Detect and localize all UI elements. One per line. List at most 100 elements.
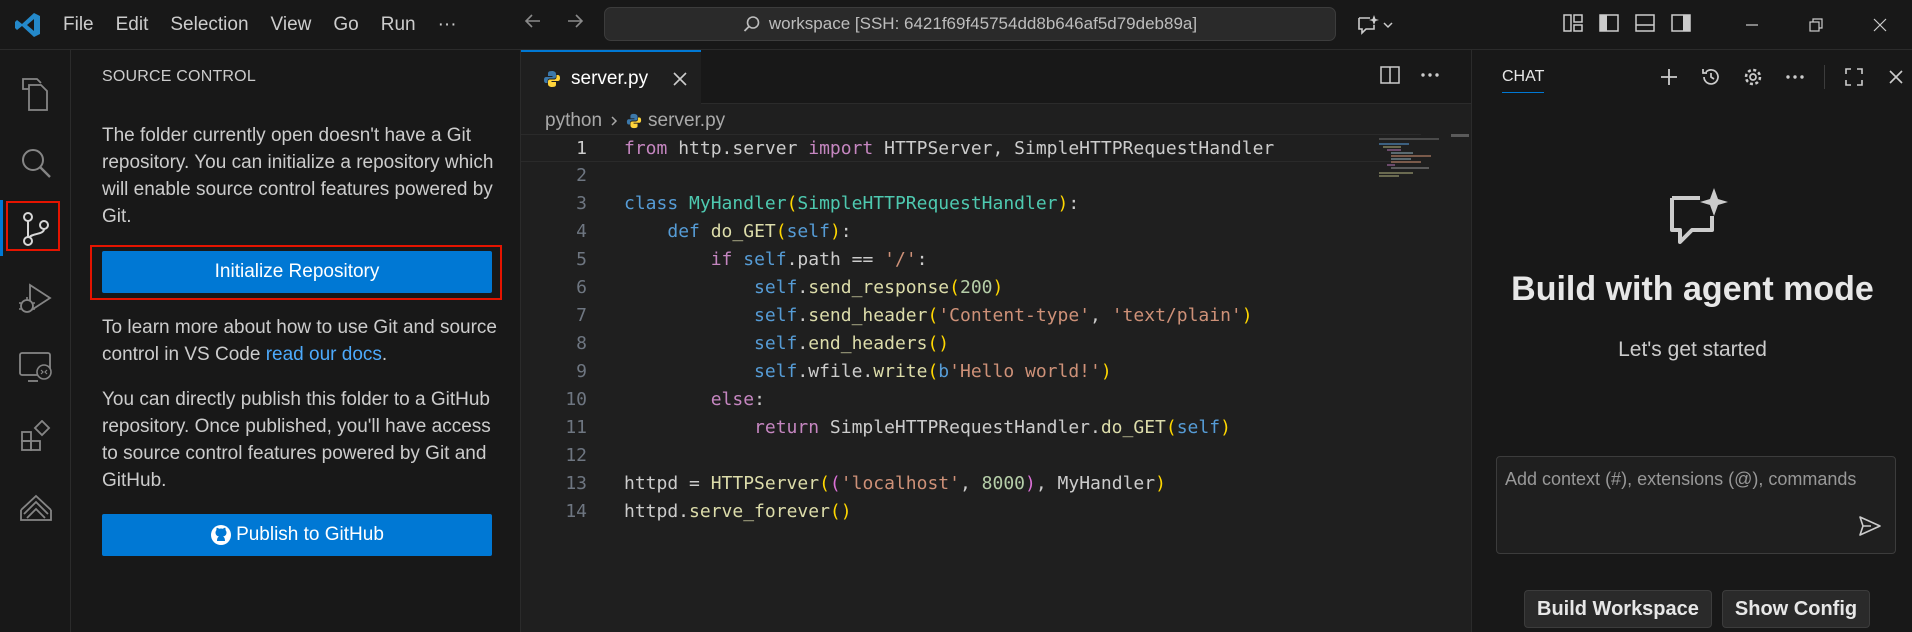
code-line: 10 else: <box>521 386 1421 414</box>
code-line: 14 httpd.serve_forever() <box>521 498 1421 526</box>
menu-run[interactable]: Run <box>370 8 427 42</box>
breadcrumb-folder[interactable]: python <box>545 110 602 132</box>
line-number: 12 <box>565 445 587 466</box>
explorer-icon[interactable] <box>0 62 71 128</box>
code-line: 9 self.wfile.write(b'Hello world!') <box>521 358 1421 386</box>
source-control-highlight <box>6 201 60 251</box>
minimize-icon[interactable] <box>1720 0 1784 50</box>
initialize-repository-button[interactable]: Initialize Repository <box>102 251 492 293</box>
code-line: 11 return SimpleHTTPRequestHandler.do_GE… <box>521 414 1421 442</box>
toggle-panel-icon[interactable] <box>1634 12 1656 34</box>
remote-explorer-icon[interactable] <box>0 334 71 400</box>
breadcrumb-file[interactable]: server.py <box>648 110 725 132</box>
send-icon[interactable] <box>1857 513 1883 539</box>
line-number: 8 <box>576 333 587 354</box>
editor-tabs: server.py <box>521 50 1471 105</box>
customize-layout-icon[interactable] <box>1562 12 1584 34</box>
code-line: 12 <box>521 442 1421 470</box>
divider <box>1824 65 1825 89</box>
extensions-icon[interactable] <box>0 404 71 470</box>
chat-actions <box>1656 64 1909 90</box>
tab-label: server.py <box>571 67 649 89</box>
layout-controls <box>1562 12 1692 34</box>
chat-input-placeholder: Add context (#), extensions (@), command… <box>1505 469 1857 489</box>
learn-more-text: To learn more about how to use Git and s… <box>102 314 500 368</box>
line-number: 6 <box>576 277 587 298</box>
history-icon[interactable] <box>1698 64 1724 90</box>
line-number: 9 <box>576 361 587 382</box>
chevron-right-icon <box>611 116 618 126</box>
build-workspace-button[interactable]: Build Workspace <box>1524 590 1712 628</box>
maximize-icon[interactable] <box>1841 64 1867 90</box>
restore-icon[interactable] <box>1784 0 1848 50</box>
code-line: 8 self.end_headers() <box>521 330 1421 358</box>
menu-view[interactable]: View <box>260 8 323 42</box>
tab-server-py[interactable]: server.py <box>521 50 701 105</box>
search-icon <box>743 16 760 32</box>
search-icon[interactable] <box>0 130 71 196</box>
line-number: 13 <box>565 473 587 494</box>
line-number: 1 <box>576 138 587 159</box>
editor-area: server.py python server.py 1 from http.se… <box>521 50 1471 632</box>
chat-suggestions: Build Workspace Show Config <box>1524 590 1871 628</box>
line-number: 4 <box>576 221 587 242</box>
split-editor-icon[interactable] <box>1379 64 1401 86</box>
copilot-sparkle-icon <box>1358 15 1379 35</box>
copilot-menu-button[interactable] <box>1356 12 1400 38</box>
navigation-arrows <box>518 10 590 40</box>
vscode-logo-icon <box>15 13 40 37</box>
no-repo-message: The folder currently open doesn't have a… <box>102 125 494 227</box>
more-icon[interactable] <box>1782 64 1808 90</box>
chat-hero-title: Build with agent mode <box>1511 270 1874 308</box>
code-line: 1 from http.server import HTTPServer, Sim… <box>521 134 1421 162</box>
close-icon[interactable] <box>1883 64 1909 90</box>
line-number: 5 <box>576 249 587 270</box>
command-center-search[interactable]: workspace [SSH: 6421f69f45754dd8b646af5d… <box>604 7 1336 41</box>
editor-scrollbar[interactable] <box>1451 134 1469 137</box>
menu-selection[interactable]: Selection <box>159 8 259 42</box>
chat-sparkle-icon <box>1670 188 1728 244</box>
new-chat-icon[interactable] <box>1656 64 1682 90</box>
minimap[interactable] <box>1379 138 1445 178</box>
chat-hero-subtitle: Let's get started <box>1618 338 1767 361</box>
forward-arrow-icon[interactable] <box>560 10 590 40</box>
code-line: 4 def do_GET(self): <box>521 218 1421 246</box>
chat-input[interactable]: Add context (#), extensions (@), command… <box>1496 456 1896 554</box>
close-icon[interactable] <box>673 66 687 92</box>
activity-bar <box>0 50 71 632</box>
more-actions-icon[interactable] <box>1419 64 1441 86</box>
publish-message: You can directly publish this folder to … <box>102 389 491 491</box>
sidebar-title: SOURCE CONTROL <box>102 68 256 85</box>
code-line: 13 httpd = HTTPServer(('localhost', 8000)… <box>521 470 1421 498</box>
code-line: 6 self.send_response(200) <box>521 274 1421 302</box>
publish-button-label: Publish to GitHub <box>236 524 384 545</box>
chat-title[interactable]: CHAT <box>1502 68 1545 93</box>
code-line: 7 self.send_header('Content-type', 'text… <box>521 302 1421 330</box>
settings-gear-icon[interactable] <box>1740 64 1766 90</box>
line-number: 3 <box>576 193 587 214</box>
source-control-sidebar: SOURCE CONTROL The folder currently open… <box>71 50 521 632</box>
github-icon <box>211 525 232 545</box>
learn-more-suffix: . <box>381 344 388 365</box>
search-text: workspace [SSH: 6421f69f45754dd8b646af5d… <box>768 14 1198 33</box>
docker-icon[interactable] <box>0 474 71 540</box>
line-number: 11 <box>565 417 587 438</box>
code-line: 3 class MyHandler(SimpleHTTPRequestHandle… <box>521 190 1421 218</box>
menu-more[interactable]: ··· <box>427 8 468 42</box>
show-config-button[interactable]: Show Config <box>1721 590 1871 628</box>
title-bar: File Edit Selection View Go Run ··· work… <box>0 0 1912 50</box>
menu-go[interactable]: Go <box>322 8 369 42</box>
toggle-primary-sidebar-icon[interactable] <box>1598 12 1620 34</box>
read-docs-link[interactable]: read our docs <box>266 344 382 365</box>
run-and-debug-icon[interactable] <box>0 266 71 332</box>
editor-actions <box>1379 64 1441 86</box>
line-number: 14 <box>565 501 587 522</box>
publish-to-github-button[interactable]: Publish to GitHub <box>102 514 492 556</box>
menu-file[interactable]: File <box>52 8 105 42</box>
back-arrow-icon[interactable] <box>518 10 548 40</box>
python-file-icon <box>626 113 642 129</box>
toggle-secondary-sidebar-icon[interactable] <box>1670 12 1692 34</box>
close-window-icon[interactable] <box>1848 0 1912 50</box>
line-number: 2 <box>576 165 587 186</box>
menu-edit[interactable]: Edit <box>105 8 160 42</box>
